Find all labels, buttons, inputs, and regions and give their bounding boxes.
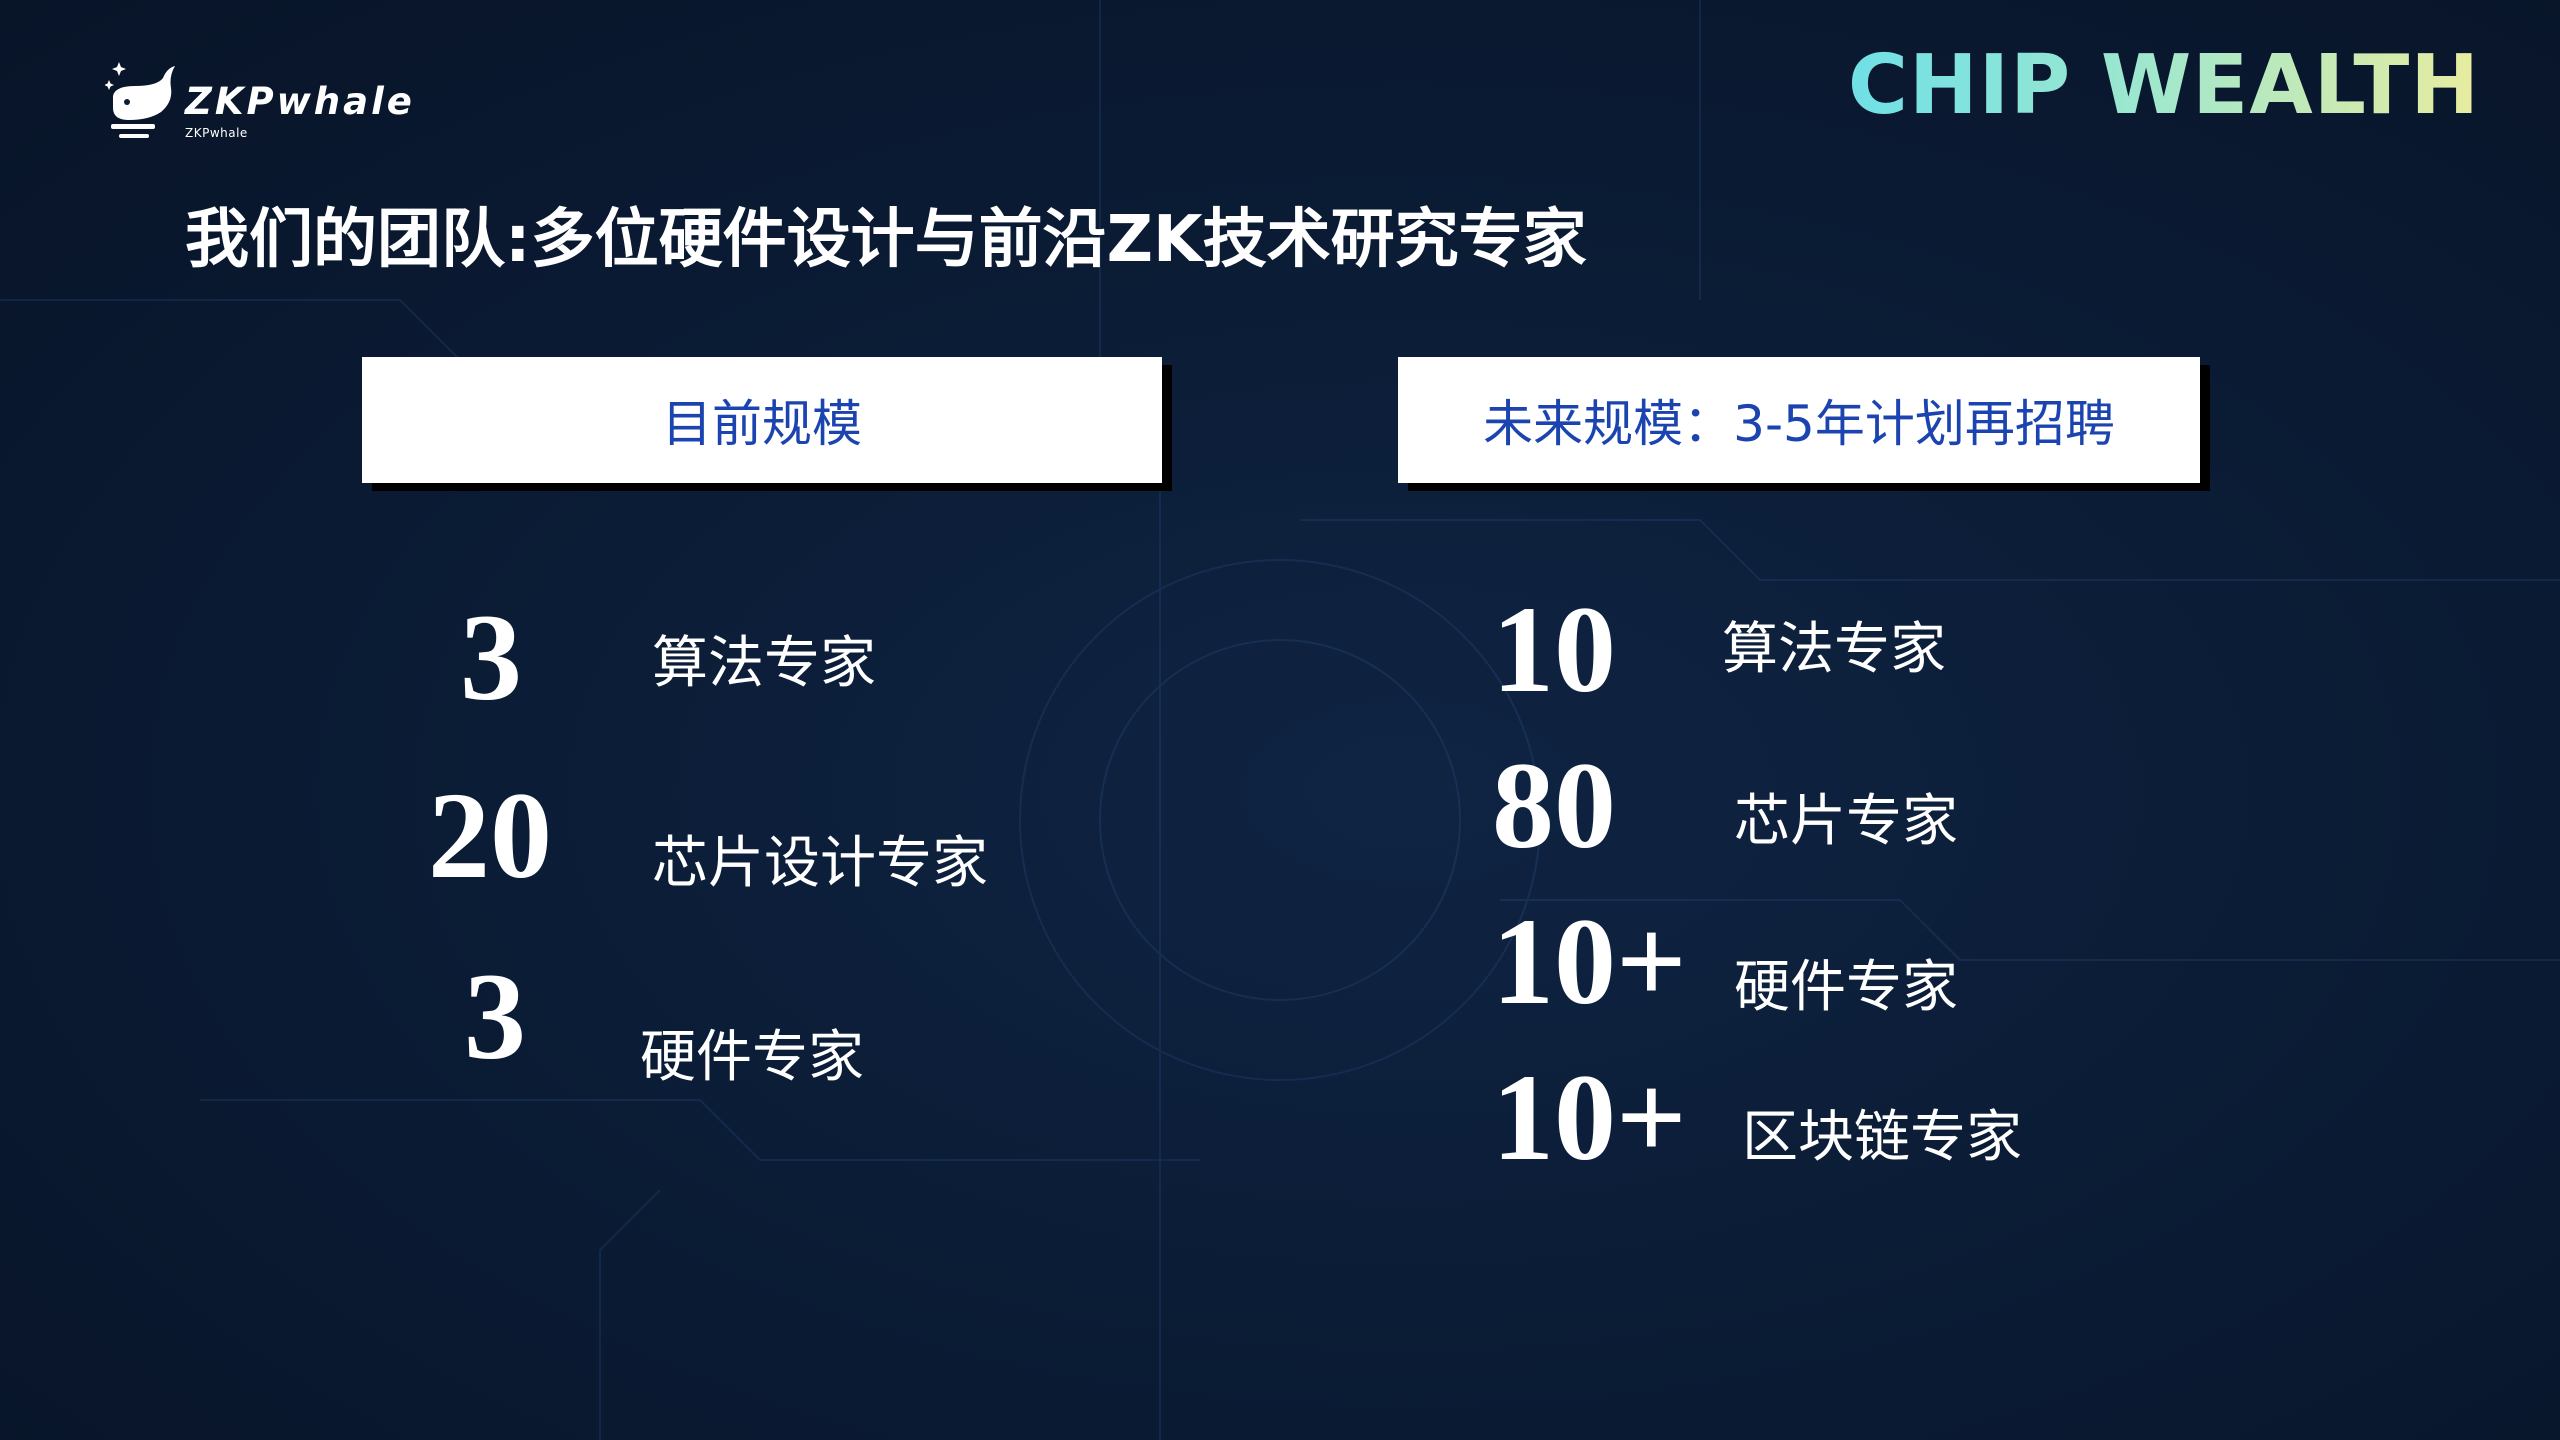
current-row-value: 20 xyxy=(428,767,552,904)
current-scale-heading: 目前规模 xyxy=(662,395,862,453)
logo-wordmark: ZKPwhale xyxy=(185,80,415,123)
current-scale-box: 目前规模 xyxy=(362,357,1162,483)
current-row-value: 3 xyxy=(460,589,522,726)
future-row-value: 10 xyxy=(1492,581,1616,718)
future-row-label: 硬件专家 xyxy=(1734,955,1958,1020)
brand-title: CHIP WEALTH xyxy=(1847,38,2480,133)
current-row-label: 硬件专家 xyxy=(640,1025,864,1090)
future-row-label: 算法专家 xyxy=(1722,617,1946,682)
future-scale-box: 未来规模：3-5年计划再招聘 xyxy=(1398,357,2200,483)
future-row-value: 10+ xyxy=(1492,893,1687,1030)
current-row-label: 算法专家 xyxy=(652,631,876,696)
logo-subtext: ZKPwhale xyxy=(185,126,248,140)
whale-icon xyxy=(105,62,175,138)
current-row-value: 3 xyxy=(464,948,526,1085)
current-row-label: 芯片设计专家 xyxy=(652,831,988,896)
zkpwhale-logo: ZKPwhale ZKPwhale xyxy=(105,58,425,144)
page-title: 我们的团队:多位硬件设计与前沿ZK技术研究专家 xyxy=(185,203,1587,277)
future-row-value: 80 xyxy=(1492,737,1616,874)
future-row-label: 区块链专家 xyxy=(1742,1105,2022,1170)
future-row-value: 10+ xyxy=(1492,1049,1687,1186)
future-row-label: 芯片专家 xyxy=(1734,789,1958,854)
future-scale-heading: 未来规模：3-5年计划再招聘 xyxy=(1483,395,2115,453)
